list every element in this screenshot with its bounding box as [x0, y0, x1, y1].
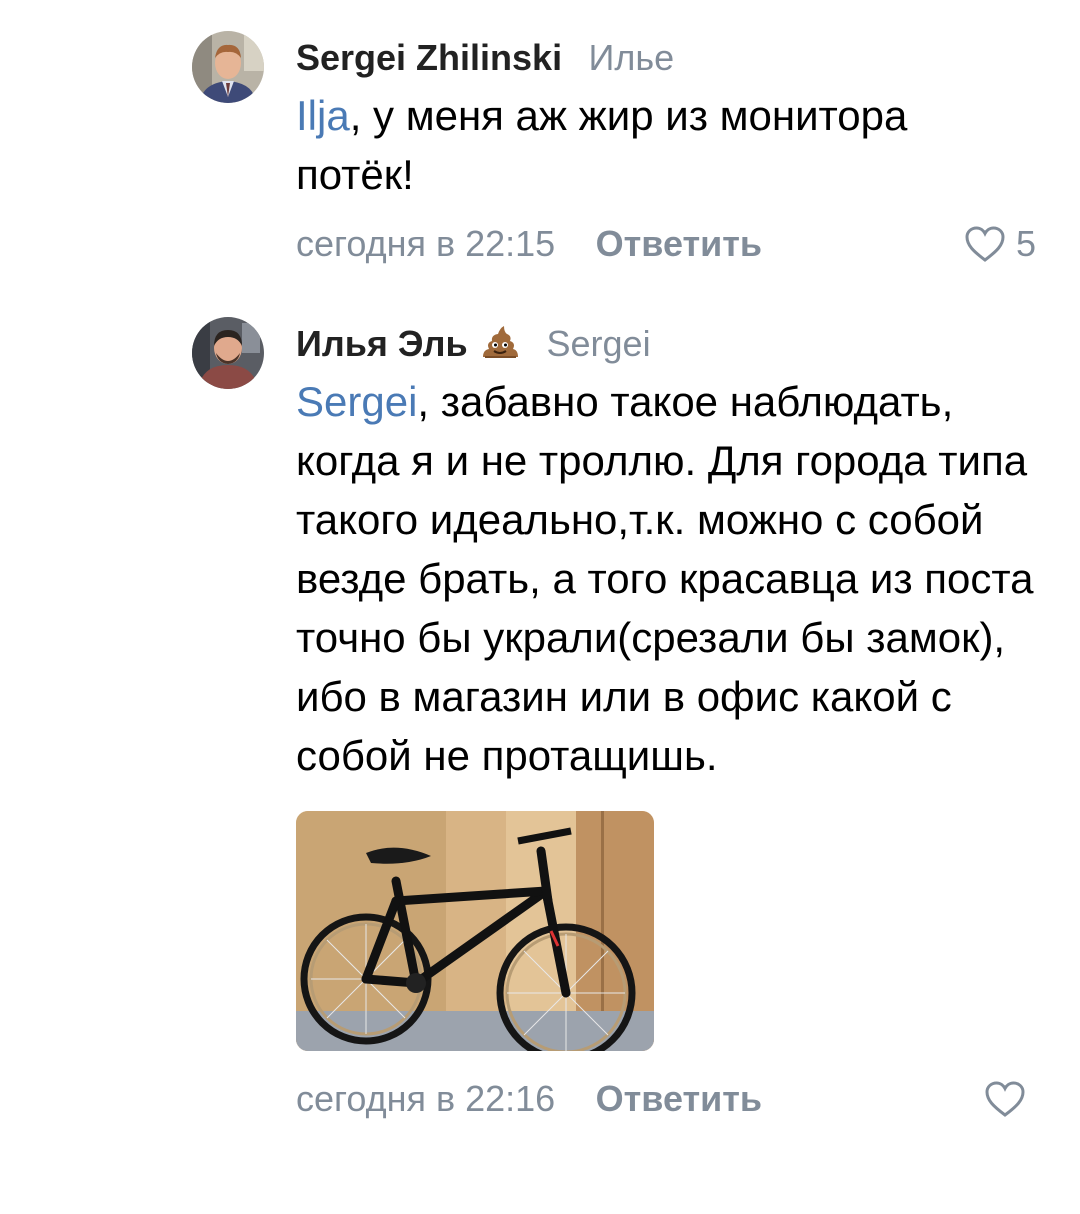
comment-text-body: , у меня аж жир из монитора потёк!: [296, 92, 908, 198]
like-button[interactable]: 5: [964, 216, 1036, 272]
comment-author[interactable]: Илья Эль: [296, 323, 468, 364]
attached-photo[interactable]: [296, 811, 654, 1051]
avatar-sergei[interactable]: [192, 31, 264, 103]
mention-link[interactable]: Sergei: [296, 378, 417, 425]
comment-date[interactable]: сегодня в 22:15: [296, 223, 555, 264]
comment-text: Sergei, забавно такое наблюдать, когда я…: [296, 372, 1036, 785]
comment-footer: сегодня в 22:16 Ответить: [296, 1071, 1036, 1127]
comment-author[interactable]: Sergei Zhilinski: [296, 37, 562, 78]
reply-to-name[interactable]: Илье: [589, 37, 675, 78]
comment-text: Ilja, у меня аж жир из монитора потёк!: [296, 86, 1036, 204]
comment-footer: сегодня в 22:15 Ответить 5: [296, 216, 1036, 272]
reply-button[interactable]: Ответить: [596, 223, 762, 264]
reply-button[interactable]: Ответить: [596, 1078, 762, 1119]
comment-2-body: Илья Эль Sergei Sergei, забавно такое на…: [296, 320, 1036, 1127]
avatar-ilya[interactable]: [192, 317, 264, 389]
comment-text-body: , забавно такое наблюдать, когда я и не …: [296, 378, 1034, 779]
comment-date[interactable]: сегодня в 22:16: [296, 1078, 555, 1119]
comment-1-body: Sergei Zhilinski Илье Ilja, у меня аж жи…: [296, 34, 1036, 272]
heart-outline-icon: [965, 226, 1005, 262]
mention-link[interactable]: Ilja: [296, 92, 350, 139]
like-button[interactable]: [984, 1071, 1036, 1127]
like-count: 5: [1015, 223, 1036, 264]
heart-outline-icon: [985, 1081, 1025, 1117]
reply-to-name[interactable]: Sergei: [547, 323, 651, 364]
pile-of-poo-emoji: [483, 326, 519, 358]
